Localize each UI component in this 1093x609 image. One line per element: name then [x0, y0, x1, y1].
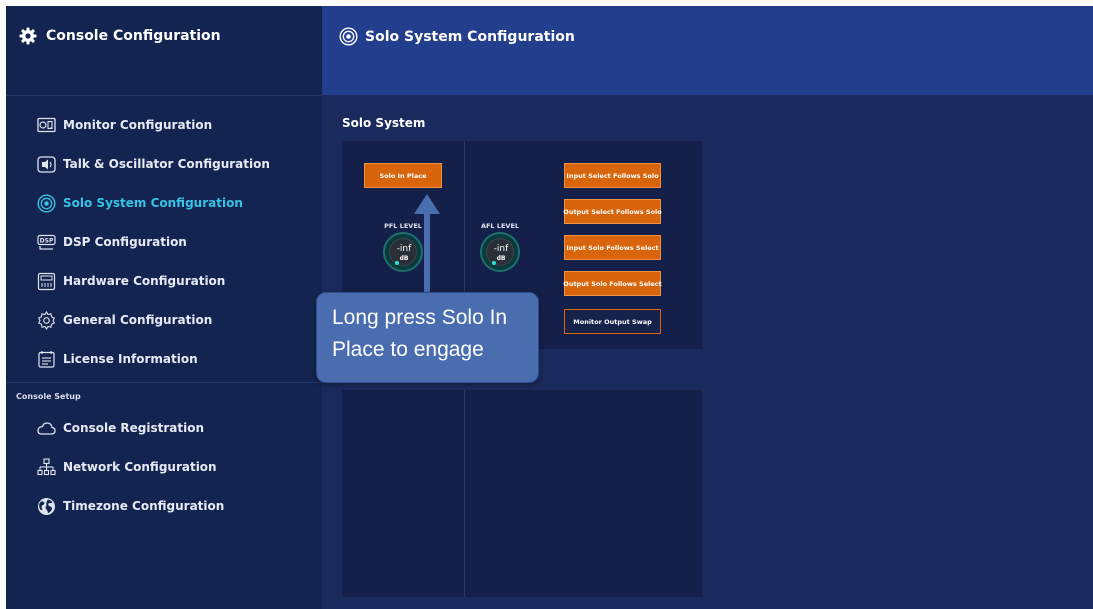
sidebar-item-general[interactable]: General Configuration: [37, 308, 212, 332]
sidebar-item-dsp[interactable]: DSP DSP Configuration: [37, 230, 187, 254]
sidebar-item-label: Network Configuration: [63, 460, 217, 474]
section-label-console-setup: Console Setup: [16, 392, 81, 401]
knob-indicator-dot: [492, 261, 496, 265]
empty-panel: [342, 390, 702, 597]
pfl-level-label: PFL LEVEL: [384, 222, 422, 230]
knob-face: -inf dB: [486, 238, 514, 266]
sidebar-item-label: DSP Configuration: [63, 235, 187, 249]
sidebar-item-monitor[interactable]: Monitor Configuration: [37, 113, 212, 137]
main-header: Solo System Configuration: [322, 6, 1093, 95]
panel-divider: [464, 390, 465, 597]
sidebar-divider: [6, 382, 322, 383]
knob-indicator-dot: [395, 261, 399, 265]
afl-level-label: AFL LEVEL: [480, 222, 520, 230]
solo-icon: [339, 27, 358, 46]
pfl-level-value: -inf: [396, 244, 412, 254]
sidebar-item-label: Solo System Configuration: [63, 196, 243, 210]
sidebar: Monitor Configuration Talk & Oscillator …: [6, 95, 322, 609]
afl-level-unit: dB: [496, 255, 506, 262]
pfl-level-knob[interactable]: -inf dB: [383, 232, 423, 272]
input-select-follows-solo-button[interactable]: Input Select Follows Solo: [564, 163, 661, 188]
afl-level-knob[interactable]: -inf dB: [480, 232, 520, 272]
app-title-label: Console Configuration: [46, 28, 221, 44]
app-window: Console Configuration Monitor Configurat…: [6, 6, 1093, 609]
input-solo-follows-select-button[interactable]: Input Solo Follows Select: [564, 235, 661, 260]
output-solo-follows-select-button[interactable]: Output Solo Follows Select: [563, 271, 662, 296]
section-title: Solo System: [342, 116, 426, 130]
page-title-label: Solo System Configuration: [365, 28, 575, 45]
knob-face: -inf dB: [389, 238, 417, 266]
page-title: Solo System Configuration: [339, 27, 575, 46]
sidebar-item-network[interactable]: Network Configuration: [37, 455, 217, 479]
sidebar-item-label: General Configuration: [63, 313, 213, 327]
sidebar-item-label: Talk & Oscillator Configuration: [63, 157, 270, 171]
sidebar-item-talk-oscillator[interactable]: Talk & Oscillator Configuration: [37, 152, 270, 176]
dsp-icon: DSP: [37, 233, 56, 252]
sidebar-item-license[interactable]: License Information: [37, 347, 198, 371]
pfl-level-unit: dB: [399, 255, 409, 262]
sidebar-header: Console Configuration: [6, 6, 322, 95]
sidebar-item-label: Hardware Configuration: [63, 274, 226, 288]
sidebar-item-console-registration[interactable]: Console Registration: [37, 416, 204, 440]
app-title: Console Configuration: [19, 27, 221, 45]
callout-tooltip: Long press Solo In Place to engage: [316, 292, 539, 383]
sidebar-item-hardware[interactable]: Hardware Configuration: [37, 269, 225, 293]
gear-icon: [37, 310, 56, 330]
globe-icon: [37, 497, 56, 516]
afl-level-value: -inf: [493, 244, 509, 254]
svg-text:DSP: DSP: [40, 237, 54, 244]
cloud-icon: [37, 419, 56, 438]
gear-icon: [19, 27, 37, 45]
solo-icon: [37, 193, 56, 213]
sidebar-item-label: Console Registration: [63, 421, 205, 435]
hardware-icon: [37, 272, 56, 291]
sidebar-item-solo-system[interactable]: Solo System Configuration: [37, 191, 243, 215]
sidebar-item-label: License Information: [63, 352, 198, 366]
network-icon: [37, 457, 56, 477]
solo-in-place-button[interactable]: Solo In Place: [364, 163, 442, 188]
monitor-icon: [37, 116, 56, 135]
sidebar-item-label: Monitor Configuration: [63, 118, 213, 132]
monitor-output-swap-button[interactable]: Monitor Output Swap: [564, 309, 661, 334]
license-icon: [37, 350, 56, 369]
sidebar-item-timezone[interactable]: Timezone Configuration: [37, 494, 224, 518]
talkback-icon: [37, 155, 56, 174]
output-select-follows-solo-button[interactable]: Output Select Follows Solo: [563, 199, 662, 224]
sidebar-item-label: Timezone Configuration: [63, 499, 225, 513]
